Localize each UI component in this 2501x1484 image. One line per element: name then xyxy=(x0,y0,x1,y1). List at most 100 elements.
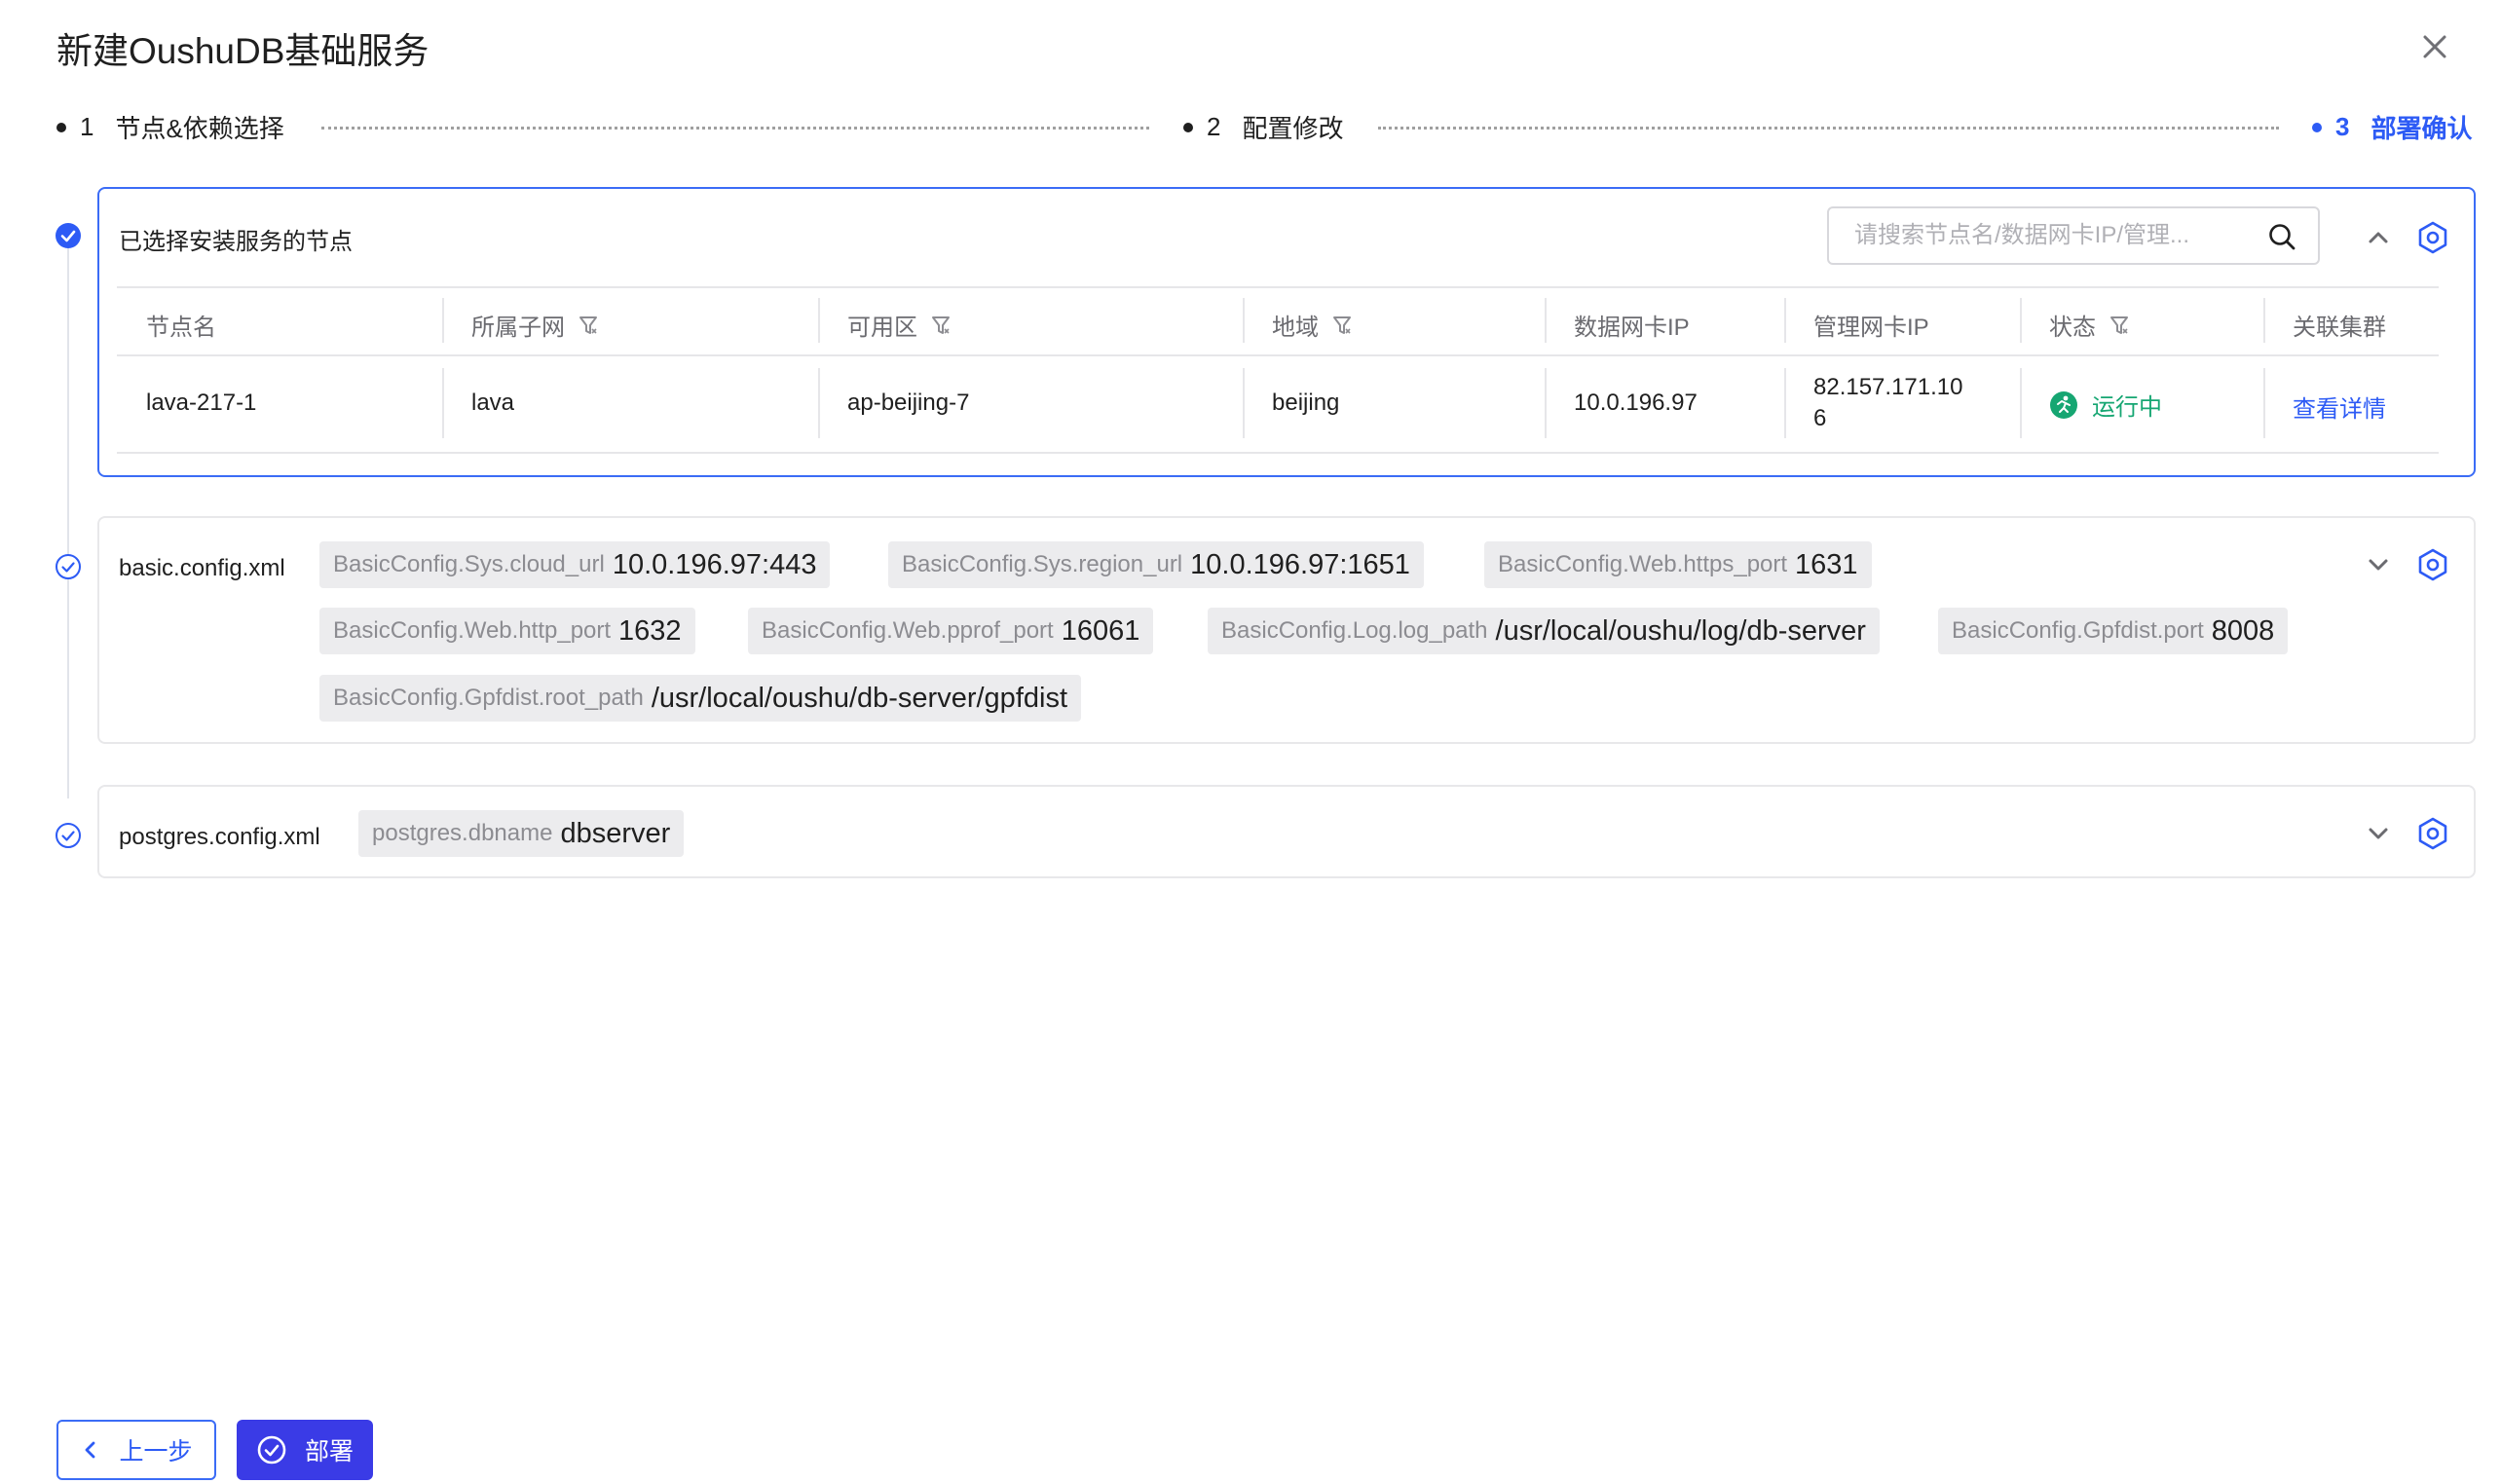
config-value: 1632 xyxy=(618,614,682,647)
column-divider xyxy=(2020,298,2022,343)
table-bottom-border xyxy=(117,452,2439,454)
config-key: BasicConfig.Web.http_port xyxy=(333,617,612,644)
config-key: BasicConfig.Sys.cloud_url xyxy=(333,551,605,577)
view-details-link[interactable]: 查看详情 xyxy=(2293,390,2386,424)
deploy-button[interactable]: 部署 xyxy=(237,1420,373,1480)
cell-node-name: lava-217-1 xyxy=(146,390,257,416)
step-label: 配置修改 xyxy=(1242,114,1344,143)
cell-mgmt-ip: 82.157.171.10 6 xyxy=(1813,374,1962,432)
step-number: 3 xyxy=(2335,112,2350,141)
timeline-line xyxy=(67,234,69,798)
selected-nodes-title: 已选择安装服务的节点 xyxy=(119,229,353,255)
filter-icon[interactable] xyxy=(2109,315,2129,336)
deploy-label: 部署 xyxy=(304,1438,354,1465)
config-tag: BasicConfig.Web.https_port 1631 xyxy=(1484,541,1872,588)
config-tag: BasicConfig.Gpfdist.root_path/usr/local/… xyxy=(319,675,1081,722)
column-divider xyxy=(1784,298,1786,343)
column-header-subnet: 所属子网 xyxy=(471,308,598,342)
step-number: 1 xyxy=(80,112,94,141)
column-header-region: 地域 xyxy=(1272,308,1352,342)
column-divider xyxy=(1545,368,1547,438)
config-key: BasicConfig.Web.https_port xyxy=(1498,551,1788,577)
step-2: 2 配置修改 xyxy=(1183,109,1343,145)
column-header-label: 状态 xyxy=(2049,315,2096,341)
column-header-data-ip: 数据网卡IP xyxy=(1574,308,1690,342)
step-dot xyxy=(1183,122,1193,132)
config-tag: BasicConfig.Gpfdist.port 8008 xyxy=(1938,608,2289,654)
search-icon[interactable] xyxy=(2267,222,2296,251)
column-header-label: 数据网卡IP xyxy=(1574,315,1690,341)
check-circle-icon xyxy=(55,822,82,849)
filter-icon[interactable] xyxy=(579,315,598,336)
running-icon xyxy=(2049,390,2078,420)
column-header-cluster: 关联集群 xyxy=(2293,308,2386,342)
settings-icon[interactable] xyxy=(2415,547,2450,582)
step-label: 部署确认 xyxy=(2370,114,2473,143)
config-tag: BasicConfig.Web.http_port 1632 xyxy=(319,608,695,654)
chevron-left-icon xyxy=(86,1441,95,1459)
column-header-zone: 可用区 xyxy=(847,308,951,342)
filter-icon[interactable] xyxy=(1332,315,1352,336)
config-key: postgres.dbname xyxy=(372,820,553,846)
config-key: BasicConfig.Gpfdist.root_path xyxy=(333,685,644,711)
step-connector xyxy=(321,127,1149,130)
chevron-down-icon[interactable] xyxy=(2361,816,2396,851)
config-file-name: postgres.config.xml xyxy=(119,824,320,850)
config-value: /usr/local/oushu/log/db-server xyxy=(1495,614,1866,647)
status-text: 运行中 xyxy=(2092,394,2162,421)
config-key: BasicConfig.Web.pprof_port xyxy=(762,617,1054,644)
previous-step-button[interactable]: 上一步 xyxy=(56,1420,216,1480)
node-search-input[interactable] xyxy=(1852,221,2265,250)
column-header-label: 关联集群 xyxy=(2293,315,2386,341)
cell-subnet: lava xyxy=(471,390,515,416)
config-value: 16061 xyxy=(1061,614,1140,647)
config-tag: BasicConfig.Log.log_path/usr/local/oushu… xyxy=(1208,608,1880,654)
check-circle-icon xyxy=(55,222,82,249)
filter-icon[interactable] xyxy=(931,315,951,336)
step-1: 1 节点&依赖选择 xyxy=(56,109,284,145)
config-tag: postgres.dbname dbserver xyxy=(358,810,685,857)
column-header-label: 所属子网 xyxy=(471,315,565,341)
config-tag: BasicConfig.Web.pprof_port 16061 xyxy=(748,608,1154,654)
config-file-name: basic.config.xml xyxy=(119,555,285,581)
column-header-mgmt-ip: 管理网卡IP xyxy=(1813,308,1929,342)
column-divider xyxy=(2020,368,2022,438)
close-icon[interactable] xyxy=(2415,27,2454,66)
column-divider xyxy=(2263,298,2265,343)
column-header-label: 节点名 xyxy=(146,315,216,341)
check-circle-icon xyxy=(257,1435,286,1465)
column-divider xyxy=(1545,298,1547,343)
cell-zone: ap-beijing-7 xyxy=(847,390,970,416)
column-divider xyxy=(1243,298,1245,343)
chevron-down-icon[interactable] xyxy=(2361,547,2396,582)
mgmt-ip-line: 82.157.171.10 xyxy=(1813,374,1963,400)
check-circle-icon xyxy=(55,553,82,580)
column-header-node-name: 节点名 xyxy=(146,308,216,342)
column-divider xyxy=(818,298,820,343)
column-header-label: 可用区 xyxy=(847,315,917,341)
cell-data-ip: 10.0.196.97 xyxy=(1574,390,1698,416)
step-3: 3 部署确认 xyxy=(2312,109,2472,145)
settings-icon[interactable] xyxy=(2415,220,2450,255)
column-divider xyxy=(1784,368,1786,438)
settings-icon[interactable] xyxy=(2415,816,2450,851)
column-header-status: 状态 xyxy=(2049,308,2129,342)
cell-region: beijing xyxy=(1272,390,1340,416)
column-divider xyxy=(2263,368,2265,438)
config-tag: BasicConfig.Sys.cloud_url 10.0.196.97:443 xyxy=(319,541,831,588)
config-value: dbserver xyxy=(560,817,671,849)
mgmt-ip-line: 6 xyxy=(1813,405,1827,431)
config-key: BasicConfig.Sys.region_url xyxy=(902,551,1183,577)
column-divider xyxy=(442,298,444,343)
config-value: /usr/local/oushu/db-server/gpfdist xyxy=(651,682,1067,714)
status-badge: 运行中 xyxy=(2049,388,2162,422)
config-value: 10.0.196.97:1651 xyxy=(1190,548,1410,580)
config-tag: BasicConfig.Sys.region_url 10.0.196.97:16… xyxy=(888,541,1424,588)
chevron-up-icon[interactable] xyxy=(2361,220,2396,255)
step-dot xyxy=(2312,122,2322,132)
config-value: 10.0.196.97:443 xyxy=(612,548,817,580)
step-label: 节点&依赖选择 xyxy=(115,114,284,143)
config-key: BasicConfig.Gpfdist.port xyxy=(1952,617,2204,644)
config-value: 1631 xyxy=(1795,548,1858,580)
config-key: BasicConfig.Log.log_path xyxy=(1221,617,1488,644)
